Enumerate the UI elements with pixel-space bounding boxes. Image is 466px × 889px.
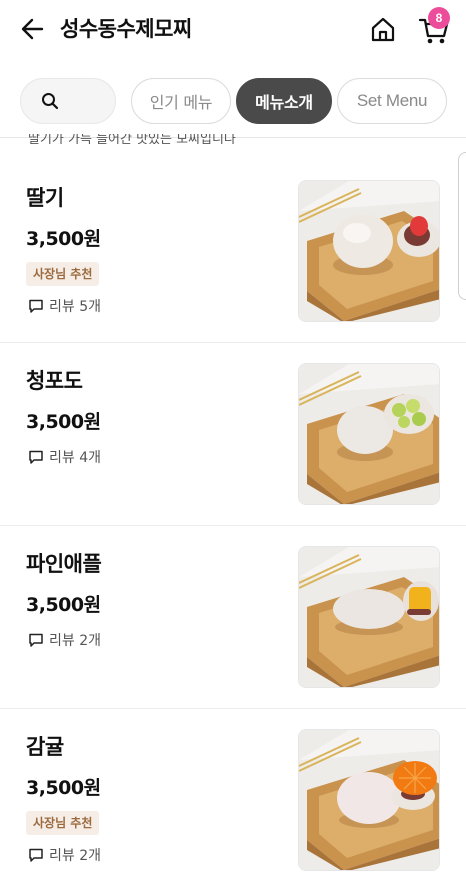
menu-item-name: 딸기 bbox=[26, 186, 64, 210]
mochi-photo bbox=[299, 364, 439, 504]
recommend-badge: 사장님 추천 bbox=[26, 262, 100, 286]
menu-item-name: 청포도 bbox=[26, 369, 83, 393]
review-count[interactable]: 리뷰 2개 bbox=[28, 845, 101, 865]
home-icon bbox=[371, 17, 395, 42]
review-count[interactable]: 리뷰 5개 bbox=[28, 296, 101, 316]
arrow-left-icon bbox=[21, 18, 44, 40]
tab-menu-intro[interactable]: 메뉴소개 bbox=[236, 78, 332, 124]
review-count-label: 리뷰 2개 bbox=[49, 848, 101, 864]
menu-item-price: 3,500원 bbox=[26, 777, 101, 799]
review-count[interactable]: 리뷰 2개 bbox=[28, 630, 101, 650]
tab-popular-menu[interactable]: 인기 메뉴 bbox=[131, 78, 231, 124]
fruit-mark bbox=[410, 216, 428, 236]
speech-bubble-icon bbox=[29, 848, 43, 862]
review-count[interactable]: 리뷰 4개 bbox=[28, 447, 101, 467]
mochi-photo bbox=[299, 181, 439, 321]
mochi-photo bbox=[299, 730, 439, 870]
back-button[interactable] bbox=[18, 14, 48, 44]
home-button[interactable] bbox=[368, 14, 398, 44]
menu-item-strawberry[interactable]: 딸기 3,500원 사장님 추천 리뷰 5개 bbox=[0, 160, 466, 342]
review-count-label: 리뷰 4개 bbox=[49, 450, 101, 466]
menu-item-photo[interactable] bbox=[298, 546, 440, 688]
fruit-mark bbox=[392, 403, 406, 417]
menu-item-photo[interactable] bbox=[298, 363, 440, 505]
menu-item-name: 파인애플 bbox=[26, 552, 102, 576]
menu-item-photo[interactable] bbox=[298, 729, 440, 871]
review-count-label: 리뷰 2개 bbox=[49, 633, 101, 649]
menu-item-photo[interactable] bbox=[298, 180, 440, 322]
menu-item-tangerine[interactable]: 감귤 3,500원 사장님 추천 리뷰 2개 bbox=[0, 709, 466, 889]
menu-item-name: 감귤 bbox=[26, 735, 64, 759]
speech-bubble-icon bbox=[29, 633, 43, 647]
app-header: 성수동수제모찌 8 bbox=[0, 0, 466, 60]
mochi-photo bbox=[299, 547, 439, 687]
speech-bubble-icon bbox=[29, 299, 43, 313]
intro-text-cutoff: 딸기가 가득 들어간 맛있는 모찌입니다 bbox=[28, 134, 268, 144]
cart-count-badge: 8 bbox=[428, 7, 450, 29]
recommend-badge: 사장님 추천 bbox=[26, 811, 100, 835]
menu-item-price: 3,500원 bbox=[26, 594, 101, 616]
tab-set-menu[interactable]: Set Menu bbox=[337, 78, 447, 124]
search-button[interactable] bbox=[20, 78, 116, 124]
intro-text: 딸기가 가득 들어간 맛있는 모찌입니다 bbox=[28, 134, 236, 144]
menu-item-green-grape[interactable]: 청포도 3,500원 리뷰 4개 bbox=[0, 343, 466, 525]
menu-item-price: 3,500원 bbox=[26, 228, 101, 250]
menu-item-price: 3,500원 bbox=[26, 411, 101, 433]
search-icon bbox=[42, 93, 59, 110]
review-count-label: 리뷰 5개 bbox=[49, 299, 101, 315]
menu-item-pineapple[interactable]: 파인애플 3,500원 리뷰 2개 bbox=[0, 526, 466, 708]
category-filter-bar: 인기 메뉴 메뉴소개 Set Menu bbox=[0, 76, 466, 128]
speech-bubble-icon bbox=[29, 450, 43, 464]
store-title: 성수동수제모찌 bbox=[60, 17, 192, 41]
